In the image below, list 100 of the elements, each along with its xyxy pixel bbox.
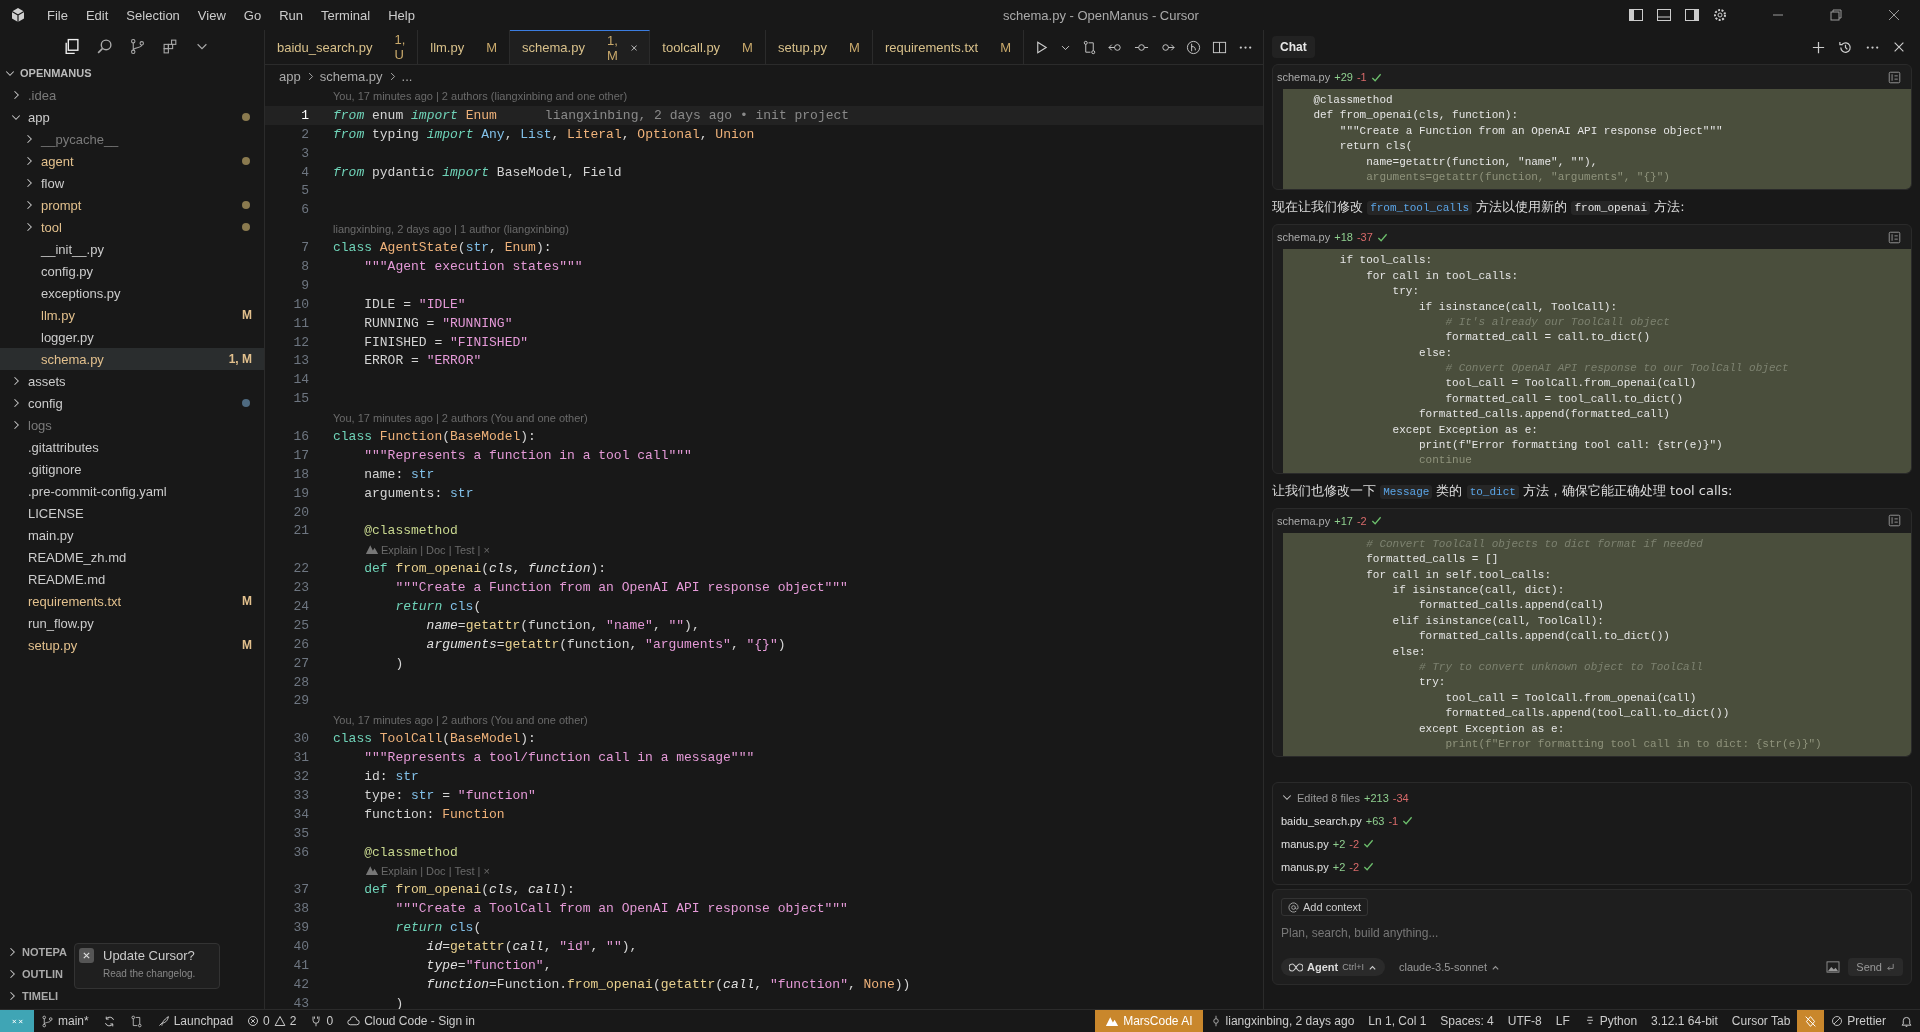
section-header[interactable]: NOTEPA: [22, 946, 68, 958]
line-ending-status[interactable]: LF: [1548, 1014, 1577, 1028]
file-tree-item[interactable]: app: [0, 106, 264, 128]
extensions-icon[interactable]: [162, 37, 179, 55]
file-tree-item[interactable]: main.py: [0, 524, 264, 546]
menu-item[interactable]: Edit: [76, 7, 118, 23]
edited-files-toggle[interactable]: Edited 8 files: [1297, 792, 1360, 804]
compare-icon[interactable]: [1082, 39, 1097, 55]
breadcrumb-item[interactable]: schema.py: [319, 68, 383, 84]
chat-input-field[interactable]: Plan, search, build anything...: [1281, 922, 1903, 944]
file-tree-item[interactable]: assets: [0, 370, 264, 392]
apply-icon[interactable]: [1888, 70, 1901, 84]
line-number: 37: [292, 882, 309, 898]
file-tree-item[interactable]: logs: [0, 414, 264, 436]
file-name[interactable]: schema.py: [1277, 231, 1331, 244]
close-button[interactable]: [79, 948, 94, 963]
file-tree-item[interactable]: config: [0, 392, 264, 414]
menu-item[interactable]: Run: [270, 7, 312, 23]
close-icon[interactable]: [630, 42, 638, 53]
file-tree-item[interactable]: LICENSE: [0, 502, 264, 524]
agent-mode-button[interactable]: Agent Ctrl+I: [1281, 958, 1385, 976]
file-tree-item[interactable]: .gitignore: [0, 458, 264, 480]
run-icon[interactable]: [1034, 39, 1049, 55]
editor-tab[interactable]: requirements.txt M: [872, 30, 1024, 64]
add-context-button[interactable]: Add context: [1281, 898, 1369, 916]
editor-tab[interactable]: baidu_search.py 1, U: [265, 30, 419, 64]
file-tree-item[interactable]: .idea: [0, 84, 264, 106]
edited-file-link[interactable]: manus.py: [1281, 860, 1329, 873]
send-button[interactable]: Send: [1848, 958, 1903, 976]
file-tree-item[interactable]: agent: [0, 150, 264, 172]
editor-tab[interactable]: schema.py 1, M: [510, 30, 651, 64]
editor-tab[interactable]: setup.py M: [765, 30, 873, 64]
edited-file-link[interactable]: manus.py: [1281, 837, 1329, 850]
section-header[interactable]: OUTLIN: [22, 968, 63, 980]
restore-icon[interactable]: [1828, 7, 1844, 23]
file-tree-item[interactable]: README.md: [0, 568, 264, 590]
image-icon[interactable]: [1826, 961, 1841, 973]
file-tree-item[interactable]: logger.py: [0, 326, 264, 348]
breadcrumb-item[interactable]: app: [279, 68, 301, 84]
file-tree-item[interactable]: requirements.txt M: [0, 590, 264, 612]
branch-status[interactable]: main*: [34, 1014, 96, 1028]
plus-icon[interactable]: [1811, 39, 1826, 55]
indentation-status[interactable]: Spaces: 4: [1433, 1014, 1501, 1028]
explorer-title[interactable]: OPENMANUS: [20, 67, 92, 79]
prettier-status[interactable]: Prettier: [1824, 1014, 1893, 1028]
secondary-sidebar-icon[interactable]: [1684, 7, 1700, 23]
notification-link[interactable]: Read the changelog.: [103, 968, 211, 979]
file-tree-item[interactable]: README_zh.md: [0, 546, 264, 568]
sidebar-toggle-icon[interactable]: [1628, 7, 1644, 23]
feedback-button[interactable]: [1797, 1010, 1825, 1032]
problems-status[interactable]: 0 2: [240, 1014, 304, 1028]
apply-icon[interactable]: [1888, 514, 1901, 528]
file-tree-item[interactable]: schema.py 1, M: [0, 348, 264, 370]
edited-file-link[interactable]: baidu_search.py: [1281, 814, 1362, 827]
menu-item[interactable]: Go: [234, 7, 271, 23]
interpreter-status[interactable]: 3.12.1 64-bit: [1644, 1014, 1725, 1028]
menu-item[interactable]: Terminal: [312, 7, 380, 23]
menu-item[interactable]: Help: [379, 7, 424, 23]
section-header[interactable]: TIMELI: [22, 990, 59, 1002]
history-icon[interactable]: [1838, 39, 1853, 55]
file-tree-item[interactable]: exceptions.py: [0, 282, 264, 304]
ports-status[interactable]: 0: [303, 1014, 341, 1028]
file-tree-item[interactable]: __init__.py: [0, 238, 264, 260]
menu-item[interactable]: View: [188, 7, 235, 23]
blame-status[interactable]: liangxinbing, 2 days ago: [1202, 1014, 1362, 1028]
launchpad-button[interactable]: Launchpad: [149, 1014, 241, 1028]
encoding-status[interactable]: UTF-8: [1500, 1014, 1549, 1028]
settings-icon[interactable]: [1712, 7, 1728, 23]
close-icon[interactable]: [1886, 7, 1902, 23]
file-tree-item[interactable]: .pre-commit-config.yaml: [0, 480, 264, 502]
file-tree-item[interactable]: llm.py M: [0, 304, 264, 326]
chat-tab[interactable]: Chat: [1272, 36, 1315, 58]
file-tree-item[interactable]: run_flow.py: [0, 612, 264, 634]
file-tree-item[interactable]: tool: [0, 216, 264, 238]
file-tree-item[interactable]: __pycache__: [0, 128, 264, 150]
file-tree-item[interactable]: config.py: [0, 260, 264, 282]
model-selector[interactable]: claude-3.5-sonnet: [1392, 960, 1506, 974]
breadcrumb-item[interactable]: ...: [401, 68, 413, 84]
language-status[interactable]: Python: [1576, 1014, 1645, 1028]
source-control-icon[interactable]: [129, 37, 146, 55]
apply-icon[interactable]: [1888, 230, 1901, 244]
lines-added: +213: [1364, 792, 1389, 804]
close-icon[interactable]: [1892, 40, 1906, 54]
file-tree-item[interactable]: .gitattributes: [0, 436, 264, 458]
file-tree-item[interactable]: setup.py M: [0, 634, 264, 656]
file-name[interactable]: schema.py: [1277, 71, 1331, 83]
files-icon[interactable]: [63, 37, 80, 55]
split-editor-icon[interactable]: [1212, 39, 1227, 55]
menu-item[interactable]: File: [38, 7, 77, 23]
file-tree-item[interactable]: prompt: [0, 194, 264, 216]
cloud-code-status[interactable]: Cloud Code - Sign in: [340, 1014, 482, 1028]
search-icon[interactable]: [96, 37, 113, 55]
panel-toggle-icon[interactable]: [1656, 7, 1672, 23]
menu-item[interactable]: Selection: [117, 7, 189, 23]
cursor-tab-status[interactable]: Cursor Tab: [1724, 1014, 1798, 1028]
cursor-position[interactable]: Ln 1, Col 1: [1361, 1014, 1434, 1028]
editor-tab[interactable]: toolcall.py M: [650, 30, 766, 64]
file-tree-item[interactable]: flow: [0, 172, 264, 194]
file-name[interactable]: schema.py: [1277, 514, 1331, 527]
code-line: tool_call = ToolCall.from_openai(call): [1444, 690, 1698, 706]
